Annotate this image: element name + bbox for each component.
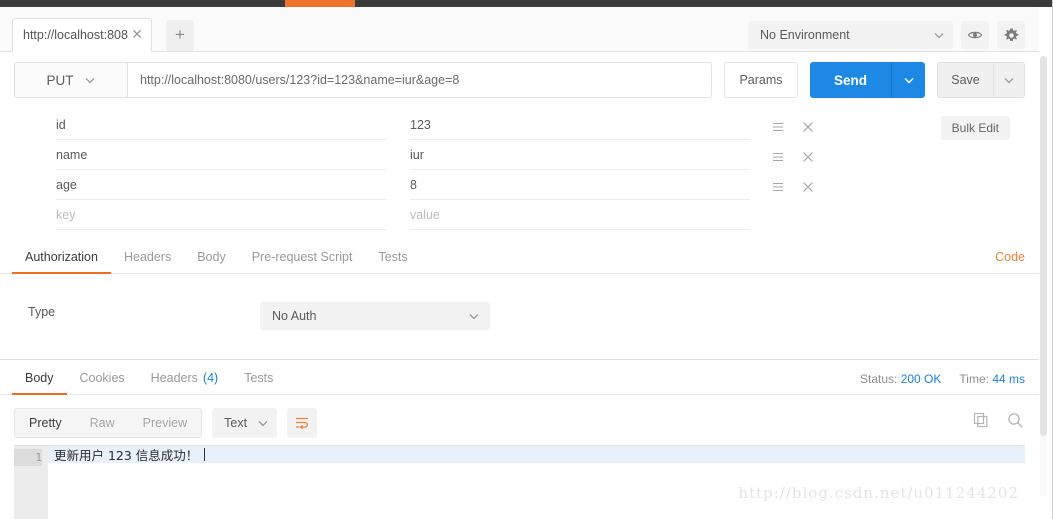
close-icon[interactable]: ✕: [129, 27, 145, 43]
tab-tests[interactable]: Tests: [365, 241, 420, 273]
auth-type-select[interactable]: No Auth: [260, 302, 490, 330]
response-body-editor[interactable]: 1 更新用户 123 信息成功！ http://blog.csdn.net/u0…: [14, 445, 1025, 519]
tab-response-cookies[interactable]: Cookies: [67, 362, 138, 394]
table-row-empty: key value: [0, 200, 1039, 230]
description-icon[interactable]: [770, 149, 786, 165]
response-body-line: 更新用户 123 信息成功！: [48, 446, 1025, 463]
save-button-group: Save: [937, 62, 1025, 98]
status-value: 200 OK: [900, 372, 942, 386]
postman-window: http://localhost:808 ✕ + No Environment: [0, 0, 1053, 519]
tab-body[interactable]: Body: [184, 241, 239, 273]
save-button[interactable]: Save: [937, 62, 993, 98]
code-link[interactable]: Code: [995, 250, 1025, 264]
params-table: Bulk Edit id 123 name iur age 8 key valu…: [0, 110, 1039, 230]
auth-type-select-value: No Auth: [272, 309, 317, 323]
param-key-placeholder[interactable]: key: [56, 201, 386, 230]
scrollbar-thumb[interactable]: [1040, 56, 1047, 436]
tab-response-tests[interactable]: Tests: [231, 362, 286, 394]
new-tab-button[interactable]: +: [166, 20, 194, 51]
auth-type-label: Type: [28, 305, 56, 319]
gear-icon[interactable]: [997, 21, 1025, 49]
send-button-group: Send: [810, 62, 925, 98]
row-actions: [770, 119, 816, 135]
param-value[interactable]: 123: [410, 111, 750, 140]
table-row: name iur: [0, 140, 1039, 170]
method-select-value: PUT: [46, 72, 74, 88]
param-value-placeholder[interactable]: value: [410, 201, 750, 230]
watermark-text: http://blog.csdn.net/u011244202: [738, 484, 1019, 502]
view-mode-raw[interactable]: Raw: [76, 409, 129, 437]
chevron-down-icon: [257, 417, 269, 429]
window-top-strip: [0, 0, 1053, 7]
authorization-pane: Type: [0, 275, 1039, 360]
tab-response-headers-label: Headers: [150, 371, 198, 385]
description-icon[interactable]: [770, 179, 786, 195]
table-row: age 8: [0, 170, 1039, 200]
view-mode-group: Pretty Raw Preview: [14, 408, 203, 438]
response-status-line: Status: 200 OK Time: 44 ms: [860, 372, 1025, 386]
delete-row-icon[interactable]: [800, 179, 816, 195]
row-actions: [770, 179, 816, 195]
save-options-button[interactable]: [993, 62, 1025, 98]
chevron-down-icon: [84, 74, 96, 86]
environment-select[interactable]: No Environment: [748, 21, 953, 49]
table-row: id 123: [0, 110, 1039, 140]
method-select[interactable]: PUT: [14, 62, 127, 98]
response-body-actions: [971, 410, 1025, 430]
tab-pre-request-script[interactable]: Pre-request Script: [239, 241, 366, 273]
send-button[interactable]: Send: [810, 62, 891, 98]
param-value[interactable]: iur: [410, 141, 750, 170]
param-value[interactable]: 8: [410, 171, 750, 200]
description-icon[interactable]: [770, 119, 786, 135]
line-number: 1: [14, 449, 42, 466]
delete-row-icon[interactable]: [800, 149, 816, 165]
top-accent-bar: [285, 0, 355, 7]
params-button[interactable]: Params: [724, 62, 798, 98]
request-section-tabs: Authorization Headers Body Pre-request S…: [0, 242, 1039, 274]
tab-authorization[interactable]: Authorization: [12, 241, 111, 274]
time-value: 44 ms: [992, 372, 1025, 386]
headers-count-badge: (4): [202, 371, 219, 385]
search-icon[interactable]: [1005, 410, 1025, 430]
editor-gutter: 1: [14, 446, 48, 519]
delete-row-icon[interactable]: [800, 119, 816, 135]
copy-icon[interactable]: [971, 410, 991, 430]
status-label: Status:: [860, 372, 898, 386]
response-body-text: 更新用户 123 信息成功！: [54, 448, 199, 463]
request-tab-bar: http://localhost:808 ✕ + No Environment: [0, 7, 1039, 52]
tab-response-body[interactable]: Body: [12, 362, 67, 395]
environment-select-value: No Environment: [760, 28, 850, 42]
view-mode-preview[interactable]: Preview: [129, 409, 201, 437]
tab-response-headers[interactable]: Headers (4): [138, 362, 232, 394]
response-body-toolbar: Pretty Raw Preview Text: [14, 408, 318, 438]
chevron-down-icon: [468, 310, 480, 322]
param-key[interactable]: age: [56, 171, 386, 200]
eye-icon[interactable]: [961, 21, 989, 49]
time-label: Time:: [959, 372, 989, 386]
request-url-row: PUT http://localhost:8080/users/123?id=1…: [0, 52, 1039, 108]
param-key[interactable]: id: [56, 111, 386, 140]
chevron-down-icon: [933, 29, 945, 41]
vertical-scrollbar[interactable]: [1040, 56, 1047, 496]
request-tab-label: http://localhost:808: [23, 28, 128, 42]
text-caret: [204, 448, 206, 461]
time-group: Time: 44 ms: [959, 372, 1025, 386]
url-input[interactable]: http://localhost:8080/users/123?id=123&n…: [127, 62, 712, 98]
request-tab[interactable]: http://localhost:808 ✕: [12, 18, 152, 52]
format-select-value: Text: [224, 416, 248, 430]
status-group: Status: 200 OK: [860, 372, 941, 386]
send-options-button[interactable]: [891, 62, 925, 98]
environment-controls: No Environment: [748, 21, 1025, 49]
param-key[interactable]: name: [56, 141, 386, 170]
format-select[interactable]: Text: [212, 408, 278, 438]
editor-content[interactable]: 更新用户 123 信息成功！ http://blog.csdn.net/u011…: [48, 446, 1025, 519]
word-wrap-icon[interactable]: [287, 408, 318, 438]
url-input-value: http://localhost:8080/users/123?id=123&n…: [140, 73, 460, 87]
view-mode-pretty[interactable]: Pretty: [15, 409, 76, 437]
tab-headers[interactable]: Headers: [111, 241, 184, 273]
row-actions: [770, 149, 816, 165]
